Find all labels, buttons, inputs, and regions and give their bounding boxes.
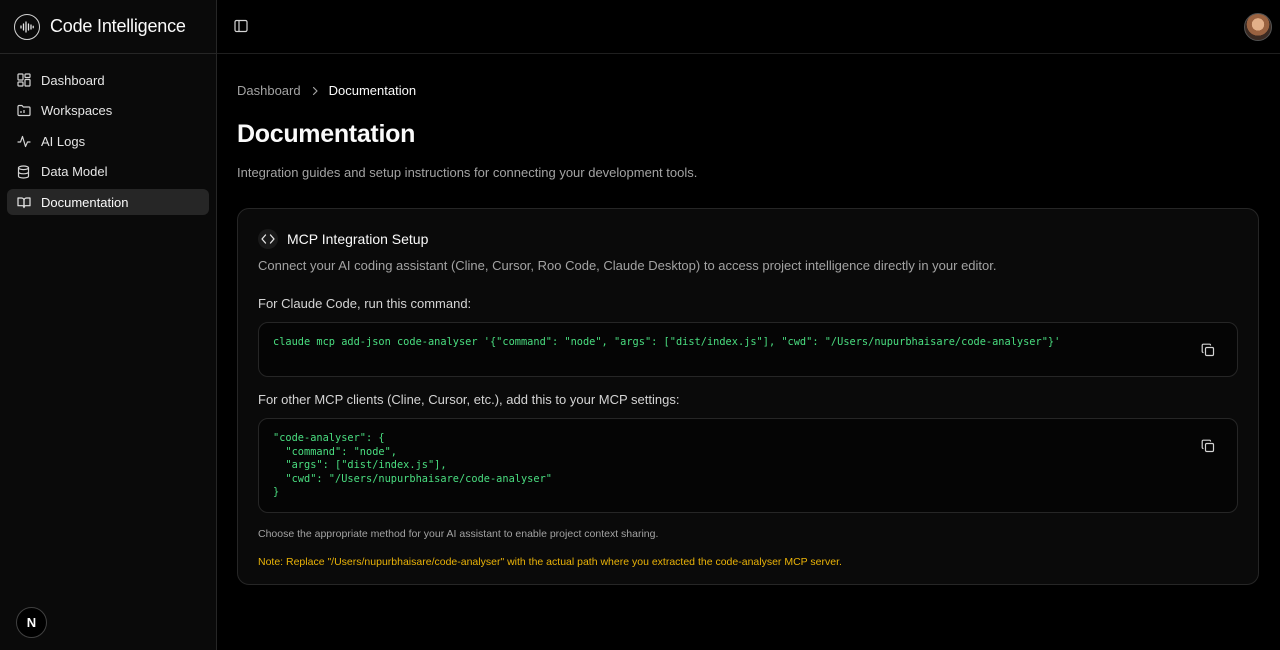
nextjs-badge[interactable]: N — [16, 607, 47, 638]
topbar — [217, 0, 1280, 54]
card-title: MCP Integration Setup — [287, 231, 429, 247]
breadcrumb: Dashboard Documentation — [237, 83, 1259, 98]
sidebar-item-dashboard[interactable]: Dashboard — [7, 67, 209, 93]
database-icon — [16, 164, 31, 179]
user-avatar[interactable] — [1244, 13, 1272, 41]
chevron-right-icon — [311, 86, 319, 96]
sidebar-item-documentation[interactable]: Documentation — [7, 189, 209, 215]
sidebar-item-data-model[interactable]: Data Model — [7, 159, 209, 185]
sidebar: Code Intelligence Dashboard Workspaces A… — [0, 0, 217, 650]
sidebar-item-label: Data Model — [41, 164, 108, 179]
sidebar-item-ai-logs[interactable]: AI Logs — [7, 128, 209, 154]
page-subtitle: Integration guides and setup instruction… — [237, 165, 698, 180]
mcp-setup-card: MCP Integration Setup Connect your AI co… — [237, 208, 1259, 585]
copy-icon[interactable] — [1200, 342, 1215, 357]
claude-command-block: claude mcp add-json code-analyser '{"com… — [258, 322, 1238, 377]
page-title: Documentation — [237, 120, 416, 148]
sidebar-toggle-icon[interactable] — [234, 19, 250, 35]
claude-command-code[interactable]: claude mcp add-json code-analyser '{"com… — [273, 336, 1223, 350]
sidebar-item-label: Documentation — [41, 194, 129, 210]
code-brackets-icon — [258, 229, 278, 249]
app-title: Code Intelligence — [50, 16, 186, 36]
mcp-settings-code[interactable]: "code-analyser": { "command": "node", "a… — [273, 432, 1223, 500]
activity-icon — [16, 134, 31, 149]
card-header: MCP Integration Setup — [258, 229, 1238, 249]
claude-code-label: For Claude Code, run this command: — [258, 296, 472, 311]
mcp-settings-block: "code-analyser": { "command": "node", "a… — [258, 418, 1238, 513]
dashboard-grid-icon — [16, 73, 31, 88]
brand[interactable]: Code Intelligence — [0, 0, 216, 54]
main-content: Dashboard Documentation Documentation In… — [237, 54, 1259, 585]
sidebar-item-workspaces[interactable]: Workspaces — [7, 98, 209, 124]
card-footer-text: Choose the appropriate method for your A… — [258, 528, 659, 540]
folder-icon — [16, 103, 31, 118]
sidebar-item-label: Workspaces — [41, 103, 113, 118]
book-icon — [16, 195, 31, 210]
other-clients-label: For other MCP clients (Cline, Cursor, et… — [258, 392, 680, 407]
card-description: Connect your AI coding assistant (Cline,… — [258, 258, 997, 273]
copy-icon[interactable] — [1200, 438, 1215, 453]
path-note: Note: Replace "/Users/nupurbhaisare/code… — [258, 556, 842, 568]
breadcrumb-current: Documentation — [328, 83, 417, 98]
breadcrumb-dashboard-link[interactable]: Dashboard — [237, 83, 301, 98]
waveform-logo-icon — [14, 13, 40, 40]
sidebar-item-label: Dashboard — [41, 72, 105, 88]
sidebar-item-label: AI Logs — [41, 133, 86, 149]
sidebar-nav: Dashboard Workspaces AI Logs Data Model … — [0, 54, 216, 215]
